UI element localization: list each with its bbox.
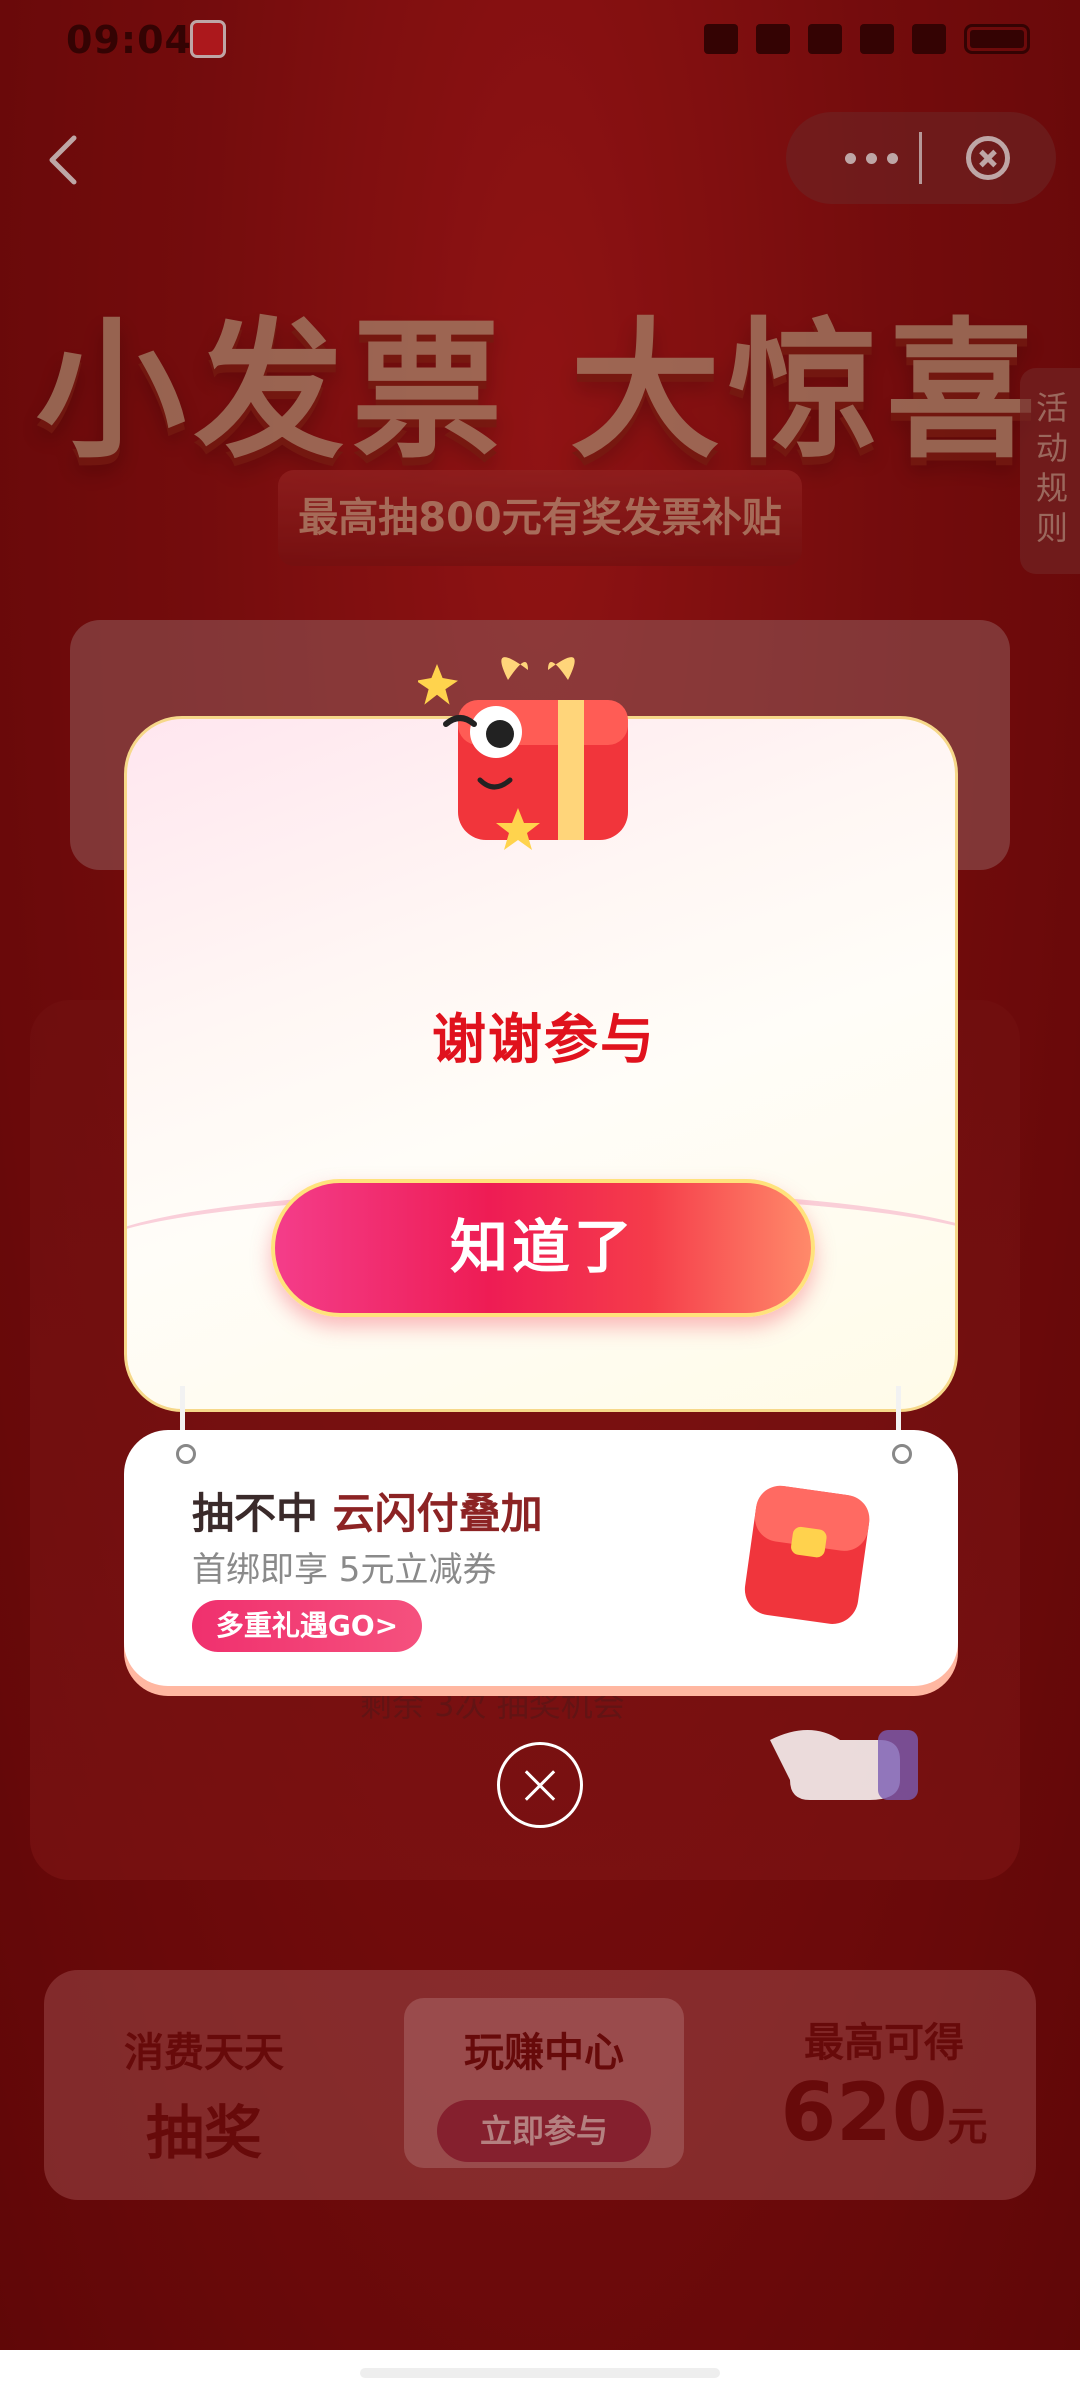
- pointing-hand-icon: [770, 1730, 918, 1800]
- promo-heading: 抽不中 云闪付叠加: [192, 1480, 543, 1541]
- red-envelope-icon: [744, 1485, 870, 1624]
- promo-heading-part1: 抽不中: [192, 1489, 319, 1538]
- close-icon[interactable]: [497, 1742, 583, 1828]
- promo-heading-accent: 云闪付叠加: [332, 1489, 543, 1538]
- hanger-hole-left: [176, 1444, 196, 1464]
- hanger-hole-right: [892, 1444, 912, 1464]
- promo-card[interactable]: 抽不中 云闪付叠加 首绑即享 5元立减券 多重礼遇GO>: [124, 1430, 958, 1686]
- got-it-button[interactable]: 知道了: [271, 1179, 815, 1317]
- promo-subtitle: 首绑即享 5元立减券: [192, 1550, 497, 1590]
- modal-title: 谢谢参与: [432, 1008, 656, 1071]
- home-indicator[interactable]: [360, 2368, 720, 2378]
- gift-mascot-icon: [418, 657, 628, 850]
- multi-gift-go-button[interactable]: 多重礼遇GO>: [192, 1600, 422, 1652]
